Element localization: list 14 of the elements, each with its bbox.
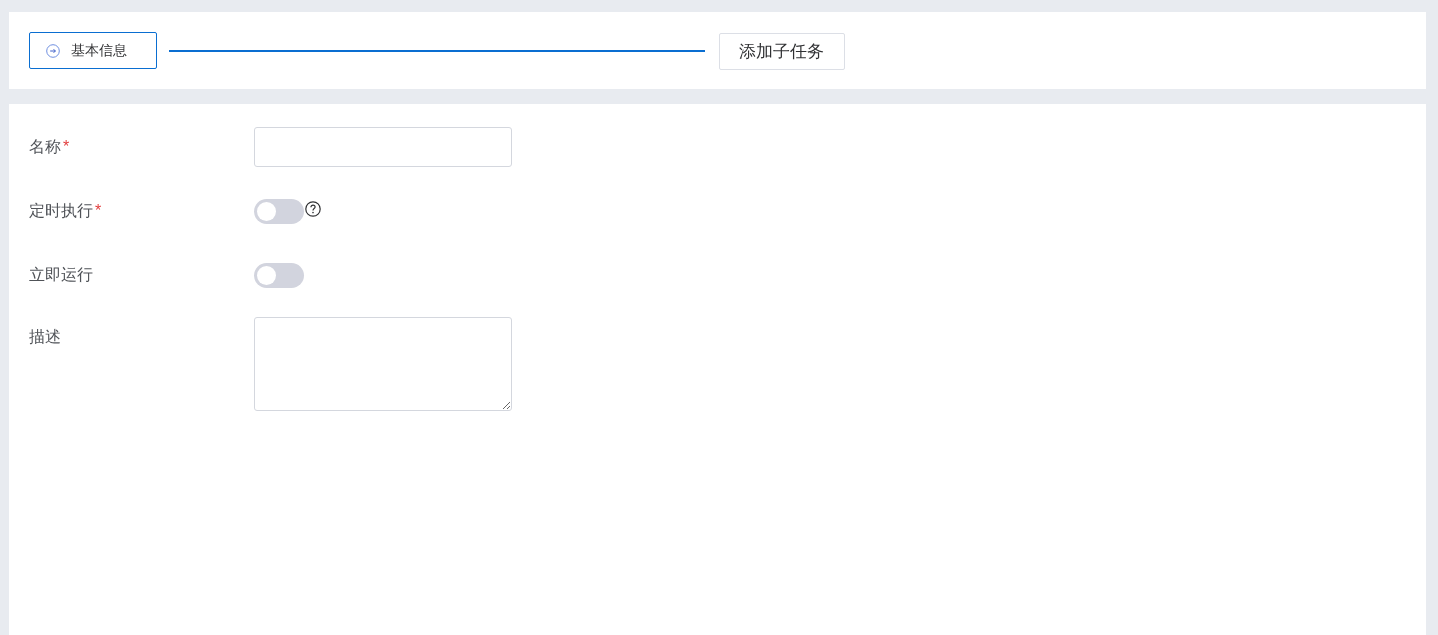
field-label: 描述 [29,327,61,347]
arrow-circle-icon [46,43,60,58]
required-mark: * [63,137,70,157]
toggle-switch[interactable] [254,262,304,288]
help-icon[interactable] [305,201,321,217]
name-input-field[interactable] [254,127,512,167]
field-label: 定时执行 [29,201,93,221]
required-mark: * [95,201,102,221]
description-textarea[interactable] [254,317,512,411]
step-button[interactable]: 添加子任务 [719,33,845,70]
step-button[interactable]: 基本信息 [29,32,157,69]
field-label: 名称 [29,137,61,157]
toggle-switch[interactable] [254,198,304,224]
field-label: 立即运行 [29,265,93,285]
